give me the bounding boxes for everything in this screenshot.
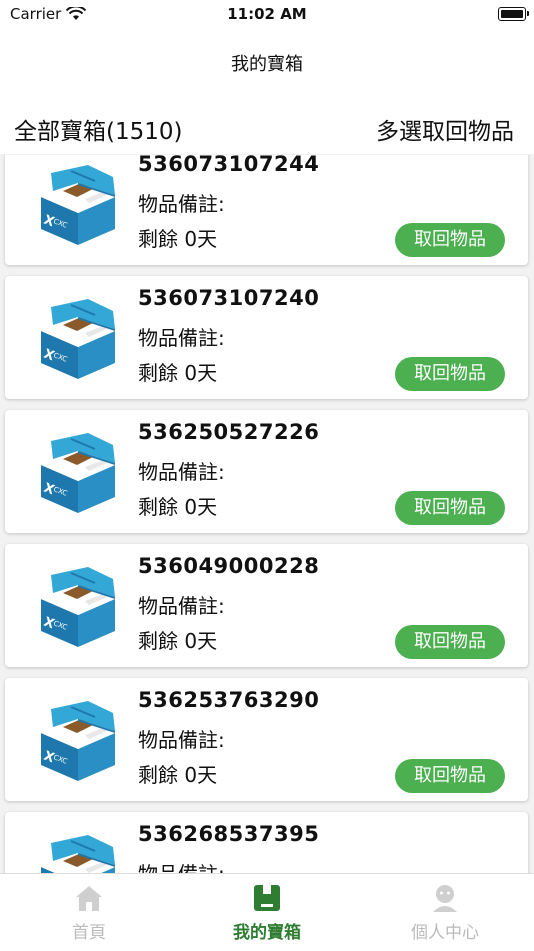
retrieve-item-button[interactable]: 取回物品 [395, 625, 505, 659]
retrieve-item-button[interactable]: 取回物品 [395, 223, 505, 257]
list-header: 全部寶箱(1510) 多選取回物品 [0, 96, 534, 154]
treasure-box-icon: X CXC [33, 299, 123, 379]
retrieve-item-button[interactable]: 取回物品 [395, 357, 505, 391]
treasure-box-icon: X CXC [33, 165, 123, 245]
box-card[interactable]: X CXC 536073107244 物品備註: 剩餘 0天 取回物品 [5, 155, 528, 265]
item-note-label: 物品備註: [138, 326, 225, 350]
multi-select-retrieve-button[interactable]: 多選取回物品 [376, 112, 514, 146]
person-icon [431, 884, 459, 912]
home-icon [75, 884, 103, 912]
box-id: 536049000228 [138, 554, 320, 578]
box-card[interactable]: X CXC 536268537395 物品備註: [5, 812, 528, 873]
box-card[interactable]: X CXC 536073107240 物品備註: 剩餘 0天 取回物品 [5, 276, 528, 399]
days-remaining: 剩餘 0天 [138, 361, 218, 385]
item-note-label: 物品備註: [138, 460, 225, 484]
days-remaining: 剩餘 0天 [138, 495, 218, 519]
tab-home-label: 首頁 [72, 923, 106, 943]
all-boxes-count: 全部寶箱(1510) [14, 119, 183, 145]
box-card[interactable]: X CXC 536253763290 物品備註: 剩餘 0天 取回物品 [5, 678, 528, 801]
item-note-label: 物品備註: [138, 192, 225, 216]
tab-bar: 首頁 我的寶箱 個人中心 [0, 873, 534, 951]
box-id: 536253763290 [138, 688, 320, 712]
days-remaining: 剩餘 0天 [138, 227, 218, 251]
tab-profile-label: 個人中心 [411, 923, 479, 943]
tab-my-boxes[interactable]: 我的寶箱 [178, 874, 356, 951]
retrieve-item-button[interactable]: 取回物品 [395, 491, 505, 525]
treasure-box-icon: X CXC [33, 835, 123, 873]
retrieve-item-button[interactable]: 取回物品 [395, 759, 505, 793]
treasure-box-icon: X CXC [33, 433, 123, 513]
treasure-box-icon: X CXC [33, 701, 123, 781]
box-list[interactable]: X CXC 536073107244 物品備註: 剩餘 0天 取回物品 X CXC 5… [0, 155, 534, 873]
item-note-label: 物品備註: [138, 594, 225, 618]
box-id: 536268537395 [138, 822, 320, 846]
box-card[interactable]: X CXC 536049000228 物品備註: 剩餘 0天 取回物品 [5, 544, 528, 667]
status-bar: Carrier 11:02 AM [0, 0, 534, 30]
box-id: 536073107244 [138, 155, 320, 176]
nav-bar: 我的寶箱 [0, 30, 534, 96]
page-title: 我的寶箱 [231, 54, 303, 75]
days-remaining: 剩餘 0天 [138, 763, 218, 787]
box-id: 536250527226 [138, 420, 320, 444]
battery-icon [498, 7, 529, 21]
item-note-label: 物品備註: [138, 728, 225, 752]
tab-profile[interactable]: 個人中心 [356, 874, 534, 951]
box-id: 536073107240 [138, 286, 320, 310]
clock: 11:02 AM [227, 5, 307, 23]
item-note-label: 物品備註: [138, 858, 225, 873]
treasure-box-icon: X CXC [33, 567, 123, 647]
days-remaining: 剩餘 0天 [138, 629, 218, 653]
box-card[interactable]: X CXC 536250527226 物品備註: 剩餘 0天 取回物品 [5, 410, 528, 533]
tab-home[interactable]: 首頁 [0, 874, 178, 951]
tab-my-boxes-label: 我的寶箱 [233, 923, 301, 943]
box-icon [253, 884, 281, 912]
